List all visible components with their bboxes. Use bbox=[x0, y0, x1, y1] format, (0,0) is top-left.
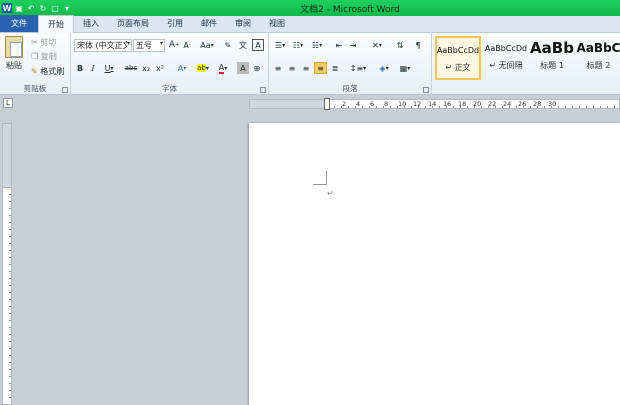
shading-button[interactable]: ◈ ▾ bbox=[375, 62, 393, 74]
tab-references[interactable]: 引用 bbox=[158, 15, 192, 32]
pilcrow-icon: ¶ bbox=[415, 40, 421, 50]
phonetic-guide-icon: 文 bbox=[239, 40, 247, 50]
numbering-icon: ☷ bbox=[292, 40, 301, 50]
margin-corner-mark bbox=[313, 171, 327, 185]
phonetic-guide-button[interactable]: 文 bbox=[237, 39, 249, 51]
shrink-font-button[interactable]: A- bbox=[181, 39, 193, 51]
indent-marker[interactable] bbox=[324, 98, 330, 110]
paragraph-mark: ↵ bbox=[327, 189, 334, 198]
font-dialog-launcher[interactable] bbox=[260, 87, 266, 93]
align-right-button[interactable]: ≡ bbox=[300, 62, 312, 74]
style-heading-1[interactable]: AaBb 标题 1 bbox=[530, 36, 574, 80]
borders-icon: ▦ bbox=[399, 63, 408, 73]
ribbon-tabs: 文件 开始 插入 页面布局 引用 邮件 审阅 视图 bbox=[0, 15, 620, 33]
justify-button[interactable]: ≡ bbox=[314, 62, 327, 74]
bullets-icon: ☰ bbox=[274, 40, 283, 50]
grow-font-button[interactable]: A + bbox=[168, 39, 180, 51]
chinese-layout-button[interactable]: ✕ ▾ bbox=[368, 39, 386, 51]
tab-mailings[interactable]: 邮件 bbox=[192, 15, 226, 32]
format-painter-button[interactable]: ✎ 格式刷 bbox=[30, 65, 70, 77]
font-name-combo[interactable]: 宋体 (中文正文)▾ bbox=[74, 39, 132, 52]
character-border-icon: A bbox=[255, 40, 261, 50]
font-group: 宋体 (中文正文)▾ 五号▾ A+ A- Aa▾ ✎ 文 A B I U▾ ab… bbox=[71, 33, 269, 95]
multilevel-list-button[interactable]: ☵ ▾ bbox=[308, 39, 326, 51]
sort-icon: ⇅ bbox=[396, 40, 404, 50]
text-effects-button[interactable]: A ▾ bbox=[173, 62, 191, 74]
superscript-button[interactable]: x² bbox=[154, 62, 166, 74]
decrease-indent-button[interactable]: ⇤ bbox=[333, 39, 345, 51]
tab-selector[interactable]: L bbox=[3, 98, 13, 108]
paragraph-group-label: 段落 bbox=[342, 84, 358, 93]
show-marks-button[interactable]: ¶ bbox=[412, 39, 424, 51]
increase-indent-button[interactable]: ⇥ bbox=[347, 39, 359, 51]
distributed-icon: ≣ bbox=[331, 63, 339, 73]
align-center-icon: ≡ bbox=[288, 63, 296, 73]
numbering-button[interactable]: ☷ ▾ bbox=[290, 39, 306, 51]
font-color-button[interactable]: A ▾ bbox=[214, 62, 232, 74]
multilevel-list-icon: ☵ bbox=[311, 40, 320, 50]
line-spacing-icon: ↕≡ bbox=[349, 63, 364, 73]
strikethrough-button[interactable]: abc bbox=[123, 62, 139, 74]
clipboard-dialog-launcher[interactable] bbox=[62, 87, 68, 93]
paragraph-group: ☰ ▾ ☷ ▾ ☵ ▾ ⇤ ⇥ ✕ ▾ ⇅ ¶ ≡ ≡ ≡ ≡ ≣ ↕≡ ▾ ◈ ▾ ▦ ▾ … bbox=[269, 33, 432, 95]
document-page[interactable] bbox=[249, 123, 620, 405]
copy-icon: ❐ bbox=[31, 51, 39, 61]
enclose-characters-button[interactable]: ⊕ bbox=[251, 62, 263, 74]
paste-button[interactable]: 粘贴 bbox=[2, 59, 26, 71]
clear-formatting-button[interactable]: ✎ bbox=[221, 39, 235, 51]
tab-review[interactable]: 审阅 bbox=[226, 15, 260, 32]
tab-insert[interactable]: 插入 bbox=[74, 15, 108, 32]
paragraph-dialog-launcher[interactable] bbox=[423, 87, 429, 93]
vertical-ruler-top-margin bbox=[2, 123, 12, 188]
underline-button[interactable]: U ▾ bbox=[100, 62, 118, 74]
align-center-button[interactable]: ≡ bbox=[286, 62, 298, 74]
font-group-label: 字体 bbox=[162, 84, 177, 93]
sort-button[interactable]: ⇅ bbox=[393, 39, 407, 51]
chevron-down-icon: ▾ bbox=[126, 40, 130, 47]
tab-file[interactable]: 文件 bbox=[0, 15, 38, 32]
justify-icon: ≡ bbox=[317, 63, 324, 73]
scissors-icon: ✂ bbox=[31, 37, 38, 47]
character-shading-icon: A bbox=[240, 63, 246, 73]
line-spacing-button[interactable]: ↕≡ ▾ bbox=[349, 62, 367, 74]
character-shading-button[interactable]: A bbox=[237, 62, 249, 74]
highlight-button[interactable]: ab ▾ bbox=[193, 62, 213, 74]
change-case-button[interactable]: Aa ▾ bbox=[198, 39, 216, 51]
bullets-button[interactable]: ☰ ▾ bbox=[272, 39, 288, 51]
tab-view[interactable]: 视图 bbox=[260, 15, 294, 32]
increase-indent-icon: ⇥ bbox=[349, 40, 357, 50]
tab-home[interactable]: 开始 bbox=[38, 15, 74, 33]
borders-button[interactable]: ▦ ▾ bbox=[396, 62, 414, 74]
align-left-icon: ≡ bbox=[274, 63, 282, 73]
clear-formatting-icon: ✎ bbox=[224, 40, 232, 50]
cut-button[interactable]: ✂ 剪切 bbox=[30, 36, 66, 48]
distributed-button[interactable]: ≣ bbox=[329, 62, 341, 74]
title-bar: W ▣ ↶ ↻ ▢ ▾ 文档2 - Microsoft Word bbox=[0, 0, 620, 16]
chevron-down-icon: ▾ bbox=[159, 40, 163, 47]
window-title: 文档2 - Microsoft Word bbox=[300, 5, 400, 15]
tab-page-layout[interactable]: 页面布局 bbox=[108, 15, 158, 32]
bold-button[interactable]: B bbox=[74, 62, 86, 74]
enclose-characters-icon: ⊕ bbox=[253, 63, 261, 73]
align-left-button[interactable]: ≡ bbox=[272, 62, 284, 74]
font-size-combo[interactable]: 五号 ▾ bbox=[133, 39, 165, 52]
align-right-icon: ≡ bbox=[302, 63, 310, 73]
italic-button[interactable]: I bbox=[87, 62, 99, 74]
clipboard-group: 粘贴 ✂ 剪切 ❐ 复制 ✎ 格式刷 剪贴板 bbox=[0, 33, 71, 95]
character-border-button[interactable]: A bbox=[252, 39, 264, 51]
style-heading-2[interactable]: AaBbC 标题 2 bbox=[577, 36, 620, 80]
style-no-spacing[interactable]: AaBbCcDd ↵ 无间隔 bbox=[483, 36, 529, 80]
style-normal[interactable]: AaBbCcDd ↵ 正文 bbox=[435, 36, 481, 80]
paste-icon[interactable] bbox=[5, 36, 23, 58]
copy-button[interactable]: ❐ 复制 bbox=[30, 50, 66, 62]
chinese-layout-icon: ✕ bbox=[372, 40, 379, 50]
subscript-button[interactable]: x₂ bbox=[140, 62, 152, 74]
decrease-indent-icon: ⇤ bbox=[335, 40, 343, 50]
format-painter-icon: ✎ bbox=[31, 66, 38, 76]
clipboard-group-label: 剪贴板 bbox=[23, 84, 47, 93]
ribbon: 粘贴 ✂ 剪切 ❐ 复制 ✎ 格式刷 剪贴板 宋体 (中文正文)▾ 五号▾ A+… bbox=[0, 33, 620, 95]
ruler-left-margin bbox=[249, 99, 327, 109]
